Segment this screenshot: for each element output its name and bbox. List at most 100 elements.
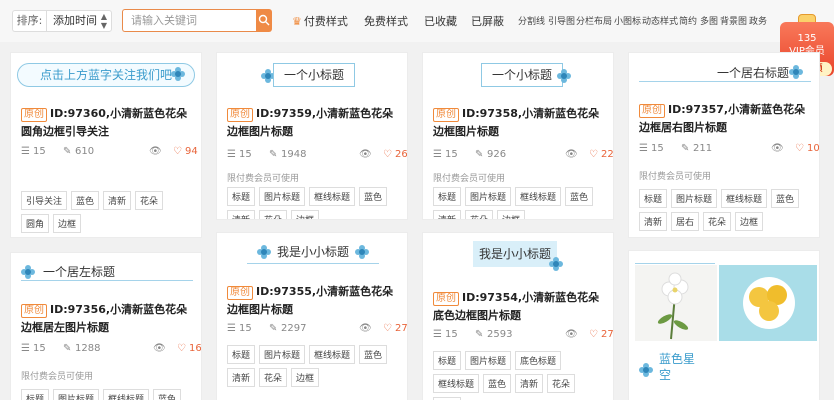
uses-count: 2297 bbox=[281, 323, 307, 334]
tag[interactable]: 蓝色 bbox=[71, 191, 100, 210]
search-input[interactable]: 请输入关键词 bbox=[122, 9, 256, 32]
template-card[interactable]: 一个居右标题 原创 ID:97357,小清新蓝色花朵边框居右图片标题 ☰ 15 ✎… bbox=[628, 52, 820, 238]
tag[interactable]: 清新 bbox=[227, 210, 256, 219]
tag[interactable]: 蓝色 bbox=[771, 189, 800, 208]
tag[interactable]: 居右 bbox=[671, 212, 700, 231]
tag[interactable]: 标题 bbox=[433, 187, 462, 206]
tag[interactable]: 图片标题 bbox=[465, 187, 512, 206]
tag[interactable]: 框线标题 bbox=[309, 187, 356, 206]
tag[interactable]: 框线标题 bbox=[515, 187, 562, 206]
tag[interactable]: 花朵 bbox=[259, 368, 288, 387]
tag[interactable]: 边框 bbox=[291, 368, 320, 387]
heart-icon[interactable]: ♡ bbox=[589, 329, 598, 340]
tag[interactable]: 边框 bbox=[735, 212, 764, 231]
tag[interactable]: 花朵 bbox=[259, 210, 288, 219]
tag[interactable]: 框线标题 bbox=[309, 345, 356, 364]
template-card[interactable]: 一个小标题 原创 ID:97359,小清新蓝色花朵边框图片标题 ☰ 15 ✎ 19… bbox=[216, 52, 408, 220]
nav-free-styles[interactable]: 免费样式 bbox=[364, 13, 408, 29]
tag[interactable]: 标题 bbox=[227, 345, 256, 364]
divider-line bbox=[635, 263, 715, 264]
tag[interactable]: 清新 bbox=[227, 368, 256, 387]
category-background[interactable]: 背景图 bbox=[720, 14, 747, 27]
heart-icon[interactable]: ♡ bbox=[383, 323, 392, 334]
template-preview: 一个居左标题 bbox=[11, 253, 201, 297]
tag[interactable]: 标题 bbox=[433, 351, 462, 370]
heart-icon[interactable]: ♡ bbox=[589, 149, 598, 160]
tag[interactable]: 蓝色 bbox=[483, 374, 512, 393]
tag[interactable]: 图片标题 bbox=[53, 389, 100, 400]
category-simple[interactable]: 简约 bbox=[679, 14, 697, 27]
tag[interactable]: 清新 bbox=[639, 212, 668, 231]
template-card[interactable]: 点击上方蓝字关注我们吧 原创 ID:97360,小清新蓝色花朵圆角边框引导关注 ☰… bbox=[10, 52, 202, 238]
tag[interactable]: 图片标题 bbox=[671, 189, 718, 208]
tag[interactable]: 边框 bbox=[291, 210, 320, 219]
nav-blocked[interactable]: 已屏蔽 bbox=[471, 13, 504, 29]
category-multi-image[interactable]: 多图 bbox=[700, 14, 718, 27]
tag[interactable]: 清新 bbox=[515, 374, 544, 393]
tag[interactable]: 清新 bbox=[103, 191, 132, 210]
tag[interactable]: 花朵 bbox=[465, 210, 494, 219]
tag[interactable]: 框线标题 bbox=[433, 374, 480, 393]
tag[interactable]: 花朵 bbox=[703, 212, 732, 231]
template-card[interactable]: 一个居左标题 原创 ID:97356,小清新蓝色花朵边框居左图片标题 ☰ 15 ✎… bbox=[10, 252, 202, 400]
category-divider[interactable]: 分割线 bbox=[518, 14, 545, 27]
tag[interactable]: 底色标题 bbox=[515, 351, 562, 370]
template-card[interactable]: 我是小小标题 原创 ID:97355,小清新蓝色花朵边框图片标题 ☰ 15 ✎ 2… bbox=[216, 232, 408, 400]
eye-icon[interactable]: 👁 bbox=[771, 143, 784, 154]
eye-icon[interactable]: 👁 bbox=[153, 343, 166, 354]
preview-banner: 点击上方蓝字关注我们吧 bbox=[17, 63, 195, 87]
card-title[interactable]: 原创 ID:97357,小清新蓝色花朵边框居右图片标题 bbox=[639, 101, 815, 137]
divider-line bbox=[21, 280, 193, 281]
tag[interactable]: 图片标题 bbox=[259, 345, 306, 364]
card-title[interactable]: 原创 ID:97354,小清新蓝色花朵底色边框图片标题 bbox=[433, 289, 609, 325]
card-title[interactable]: 原创 ID:97356,小清新蓝色花朵边框居左图片标题 bbox=[21, 301, 197, 337]
heart-icon[interactable]: ♡ bbox=[177, 343, 186, 354]
category-government[interactable]: 政务 bbox=[749, 14, 767, 27]
heart-icon[interactable]: ♡ bbox=[383, 149, 392, 160]
tag[interactable]: 花朵 bbox=[135, 191, 164, 210]
card-title[interactable]: 原创 ID:97360,小清新蓝色花朵圆角边框引导关注 bbox=[21, 105, 197, 141]
template-card[interactable]: 我是小小标题 原创 ID:97354,小清新蓝色花朵底色边框图片标题 ☰ 15 ✎… bbox=[422, 232, 614, 400]
tag[interactable]: 蓝色 bbox=[565, 187, 594, 206]
tag[interactable]: 图片标题 bbox=[259, 187, 306, 206]
top-toolbar: 排序: 添加时间 ▲ ▼ 请输入关键词 ♛ 付费样式 免费样式 已收藏 已屏蔽 分割… bbox=[0, 0, 834, 42]
eye-icon[interactable]: 👁 bbox=[149, 146, 162, 157]
tag[interactable]: 框线标题 bbox=[103, 389, 150, 400]
eye-icon[interactable]: 👁 bbox=[565, 329, 578, 340]
tag[interactable]: 花朵 bbox=[547, 374, 576, 393]
category-animated[interactable]: 动态样式 bbox=[642, 14, 678, 27]
heart-icon[interactable]: ♡ bbox=[795, 143, 804, 154]
tag[interactable]: 清新 bbox=[433, 210, 462, 219]
template-card[interactable]: 蓝色星空 bbox=[628, 250, 820, 400]
tag[interactable]: 蓝色 bbox=[359, 345, 388, 364]
white-flower-image bbox=[657, 272, 689, 340]
card-title[interactable]: 原创 ID:97358,小清新蓝色花朵边框图片标题 bbox=[433, 105, 609, 141]
tag[interactable]: 框线标题 bbox=[721, 189, 768, 208]
nav-favorites[interactable]: 已收藏 bbox=[424, 13, 457, 29]
card-title[interactable]: 原创 ID:97355,小清新蓝色花朵边框图片标题 bbox=[227, 283, 403, 319]
tag[interactable]: 蓝色 bbox=[153, 389, 182, 400]
tag[interactable]: 标题 bbox=[639, 189, 668, 208]
tag[interactable]: 圆角 bbox=[21, 214, 50, 233]
tag[interactable]: 蓝色 bbox=[359, 187, 388, 206]
eye-icon[interactable]: 👁 bbox=[565, 149, 578, 160]
nav-paid-styles[interactable]: ♛ 付费样式 bbox=[292, 13, 348, 29]
template-card[interactable]: 一个小标题 原创 ID:97358,小清新蓝色花朵边框图片标题 ☰ 15 ✎ 92… bbox=[422, 52, 614, 220]
tag[interactable]: 标题 bbox=[227, 187, 256, 206]
category-small-icons[interactable]: 小图标 bbox=[614, 14, 641, 27]
category-columns[interactable]: 分栏布局 bbox=[576, 14, 612, 27]
eye-icon[interactable]: 👁 bbox=[359, 323, 372, 334]
tag[interactable]: 边框 bbox=[497, 210, 526, 219]
flower-icon bbox=[557, 69, 571, 83]
heart-icon[interactable]: ♡ bbox=[173, 146, 182, 157]
sort-select[interactable]: 添加时间 ▲ ▼ bbox=[46, 10, 112, 32]
tag[interactable]: 图片标题 bbox=[465, 351, 512, 370]
search-button[interactable] bbox=[256, 9, 272, 32]
layers-count: 15 bbox=[33, 343, 46, 354]
tag[interactable]: 引导关注 bbox=[21, 191, 68, 210]
eye-icon[interactable]: 👁 bbox=[359, 149, 372, 160]
card-title[interactable]: 原创 ID:97359,小清新蓝色花朵边框图片标题 bbox=[227, 105, 403, 141]
category-guide[interactable]: 引导图 bbox=[548, 14, 575, 27]
tag[interactable]: 标题 bbox=[21, 389, 50, 400]
tag[interactable]: 边框 bbox=[53, 214, 82, 233]
